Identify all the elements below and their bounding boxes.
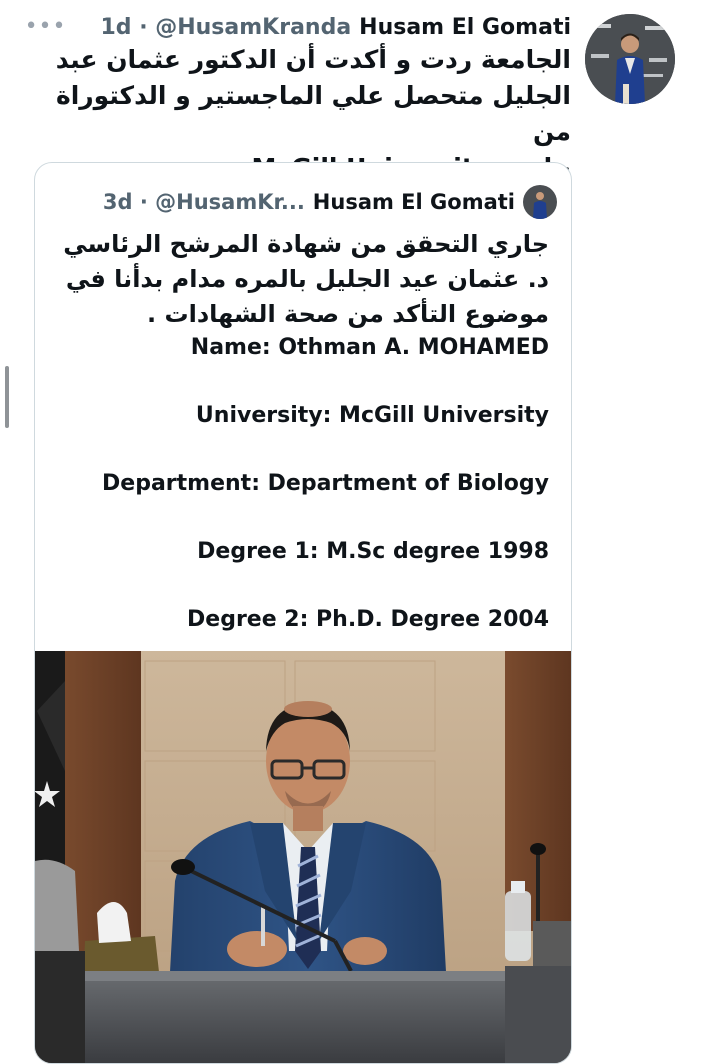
tweet-header: ••• 1d · @HusamKranda Husam El Gomati [25, 12, 571, 42]
detail-university: University: McGill University [195, 403, 549, 428]
more-horizontal-icon[interactable]: ••• [25, 16, 67, 38]
quoted-text-line: جاري التحقق من شهادة المرشح الرئاسي [63, 230, 549, 258]
quoted-text-line: موضوع التأكد من صحة الشهادات . [147, 300, 549, 328]
quoted-tweet-meta[interactable]: 3d · @HusamKr... [103, 190, 305, 214]
credential-details: Name: Othman A. MOHAMED University: McGi… [49, 331, 549, 637]
detail-degree-2: Degree 2: Ph.D. Degree 2004 [187, 607, 549, 632]
scroll-indicator[interactable] [5, 366, 9, 428]
quoted-tweet-text: جاري التحقق من شهادة المرشح الرئاسي د. ع… [49, 227, 549, 332]
tweet-text-line: الجامعة ردت و أكدت أن الدكتور عثمان عبد [55, 45, 571, 74]
quoted-tweet-header: 3d · @HusamKr... Husam El Gomati [103, 185, 557, 219]
detail-department: Department: Department of Biology [102, 471, 549, 496]
quoted-author-name[interactable]: Husam El Gomati [313, 190, 515, 214]
tweet-meta[interactable]: 1d · @HusamKranda [101, 15, 352, 40]
tweet-text-line: الجليل متحصل علي الماجستير و الدكتوراة م… [55, 81, 571, 146]
quoted-tweet-card[interactable]: 3d · @HusamKr... Husam El Gomati جاري ال… [34, 162, 572, 1064]
detail-degree-1: Degree 1: M.Sc degree 1998 [197, 539, 549, 564]
detail-name: Name: Othman A. MOHAMED [190, 335, 549, 360]
author-name[interactable]: Husam El Gomati [359, 15, 571, 40]
quoted-text-line: د. عثمان عيد الجليل بالمره مدام بدأنا في [65, 265, 549, 293]
quoted-avatar[interactable] [523, 185, 557, 219]
attached-photo[interactable] [35, 651, 571, 1063]
avatar[interactable] [585, 14, 675, 104]
